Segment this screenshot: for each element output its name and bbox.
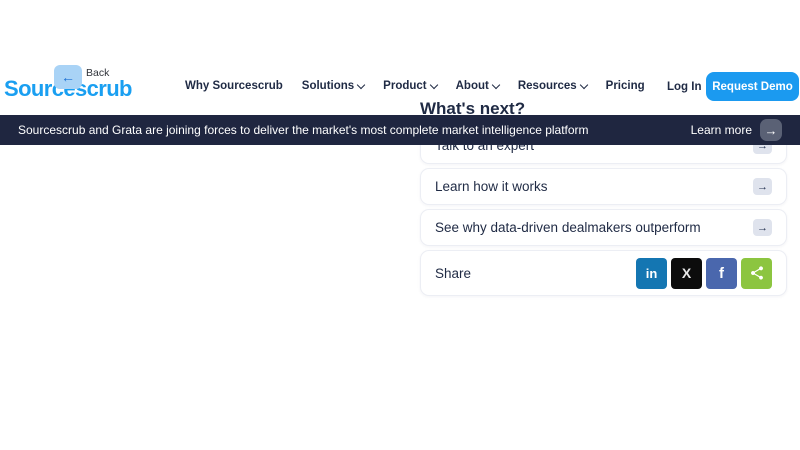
arrow-right-button[interactable]: → — [753, 219, 772, 236]
chevron-down-icon — [579, 80, 587, 88]
announcement-banner: Sourcescrub and Grata are joining forces… — [0, 115, 800, 145]
request-demo-button[interactable]: Request Demo — [706, 72, 799, 101]
chevron-down-icon — [357, 80, 365, 88]
arrow-right-icon[interactable]: → — [760, 119, 782, 141]
facebook-share-button[interactable]: f — [706, 258, 737, 289]
row-learn-how-it-works[interactable]: Learn how it works → — [420, 168, 787, 205]
social-buttons: in X f — [636, 258, 772, 289]
back-button-label: Back — [86, 67, 109, 79]
share-label: Share — [435, 266, 471, 281]
nav-item-resources[interactable]: Resources — [518, 80, 587, 92]
share-row: Share in X f — [420, 250, 787, 296]
chevron-down-icon — [429, 80, 437, 88]
linkedin-share-button[interactable]: in — [636, 258, 667, 289]
nav-item-solutions[interactable]: Solutions — [302, 80, 364, 92]
back-arrow-icon: ← — [61, 69, 75, 85]
row-label: Learn how it works — [435, 179, 548, 194]
chevron-down-icon — [492, 80, 500, 88]
announcement-text: Sourcescrub and Grata are joining forces… — [18, 123, 691, 137]
share-icon — [749, 265, 765, 281]
share-alt-button[interactable] — [741, 258, 772, 289]
main-nav: Why Sourcescrub Solutions Product About … — [185, 80, 645, 92]
row-data-driven-dealmakers[interactable]: See why data-driven dealmakers outperfor… — [420, 209, 787, 246]
nav-item-pricing[interactable]: Pricing — [606, 80, 645, 92]
row-label: See why data-driven dealmakers outperfor… — [435, 220, 701, 235]
nav-item-about[interactable]: About — [456, 80, 499, 92]
learn-more-link[interactable]: Learn more — [691, 123, 752, 137]
x-share-button[interactable]: X — [671, 258, 702, 289]
login-link[interactable]: Log In — [667, 81, 702, 93]
arrow-right-button[interactable]: → — [753, 178, 772, 195]
nav-item-why-sourcescrub[interactable]: Why Sourcescrub — [185, 80, 283, 92]
nav-item-product[interactable]: Product — [383, 80, 436, 92]
back-button[interactable]: ← — [54, 65, 82, 89]
